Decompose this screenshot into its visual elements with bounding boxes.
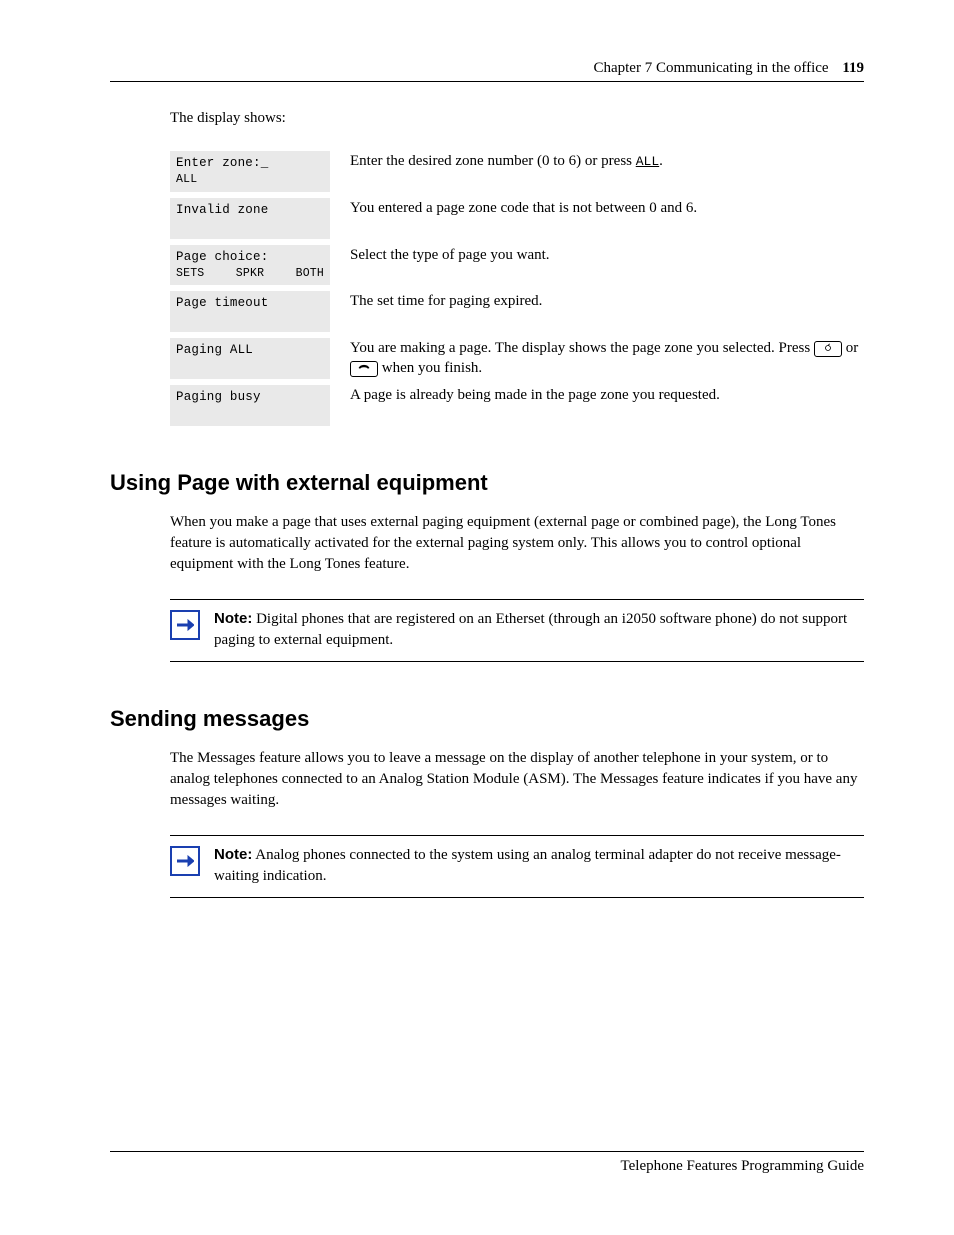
display-row: Enter zone:_ ALL Enter the desired zone … [170, 151, 864, 192]
release-key-icon [350, 361, 378, 377]
chapter-title: Communicating in the office [656, 60, 829, 76]
note-label: Note: [214, 846, 252, 863]
footer-text: Telephone Features Programming Guide [110, 1158, 864, 1175]
row-description: Enter the desired zone number (0 to 6) o… [350, 151, 864, 171]
lcd-display: Page timeout [170, 291, 330, 332]
page-footer: Telephone Features Programming Guide [110, 1144, 864, 1176]
page-number: 119 [842, 60, 864, 76]
arrow-right-icon [170, 846, 200, 876]
arrow-right-icon [170, 610, 200, 640]
chapter-label: Chapter 7 [593, 60, 652, 76]
running-header: Chapter 7 Communicating in the office 11… [110, 60, 864, 77]
row-description: You are making a page. The display shows… [350, 338, 864, 379]
row-description: A page is already being made in the page… [350, 385, 864, 405]
lcd-display: Page choice: SETS SPKR BOTH [170, 245, 330, 286]
body-paragraph: The Messages feature allows you to leave… [170, 748, 864, 811]
softkey-right: BOTH [296, 266, 324, 283]
note-block: Note: Analog phones connected to the sys… [170, 835, 864, 898]
section-heading: Sending messages [110, 706, 864, 732]
lcd-line1: Page choice: [176, 248, 324, 266]
footer-rule [110, 1151, 864, 1152]
display-row: Paging ALL You are making a page. The di… [170, 338, 864, 379]
header-rule [110, 81, 864, 82]
row-description: You entered a page zone code that is not… [350, 198, 864, 218]
row-description: The set time for paging expired. [350, 291, 864, 311]
feature-key-icon [814, 341, 842, 357]
display-row: Page timeout The set time for paging exp… [170, 291, 864, 332]
lcd-display: Invalid zone [170, 198, 330, 239]
note-label: Note: [214, 610, 252, 627]
lcd-line1: Enter zone:_ [176, 154, 324, 172]
note-text: Note: Analog phones connected to the sys… [214, 844, 864, 887]
note-rule-bottom [170, 661, 864, 662]
softkey-left: SETS [176, 266, 204, 283]
lcd-line1: Invalid zone [176, 201, 324, 219]
body-paragraph: When you make a page that uses external … [170, 512, 864, 575]
display-row: Paging busy A page is already being made… [170, 385, 864, 426]
lcd-display: Enter zone:_ ALL [170, 151, 330, 192]
intro-line: The display shows: [170, 110, 864, 127]
display-row: Page choice: SETS SPKR BOTH Select the t… [170, 245, 864, 286]
display-row: Invalid zone You entered a page zone cod… [170, 198, 864, 239]
lcd-display: Paging busy [170, 385, 330, 426]
lcd-line1: Paging busy [176, 388, 324, 406]
section-heading: Using Page with external equipment [110, 470, 864, 496]
lcd-line1: Paging ALL [176, 341, 324, 359]
note-text: Note: Digital phones that are registered… [214, 608, 864, 651]
row-description: Select the type of page you want. [350, 245, 864, 265]
softkey-mid: SPKR [236, 266, 264, 283]
note-rule-bottom [170, 897, 864, 898]
lcd-display: Paging ALL [170, 338, 330, 379]
softkey-left: ALL [176, 172, 197, 189]
all-button-ref: ALL [636, 154, 659, 169]
lcd-line1: Page timeout [176, 294, 324, 312]
note-block: Note: Digital phones that are registered… [170, 599, 864, 662]
